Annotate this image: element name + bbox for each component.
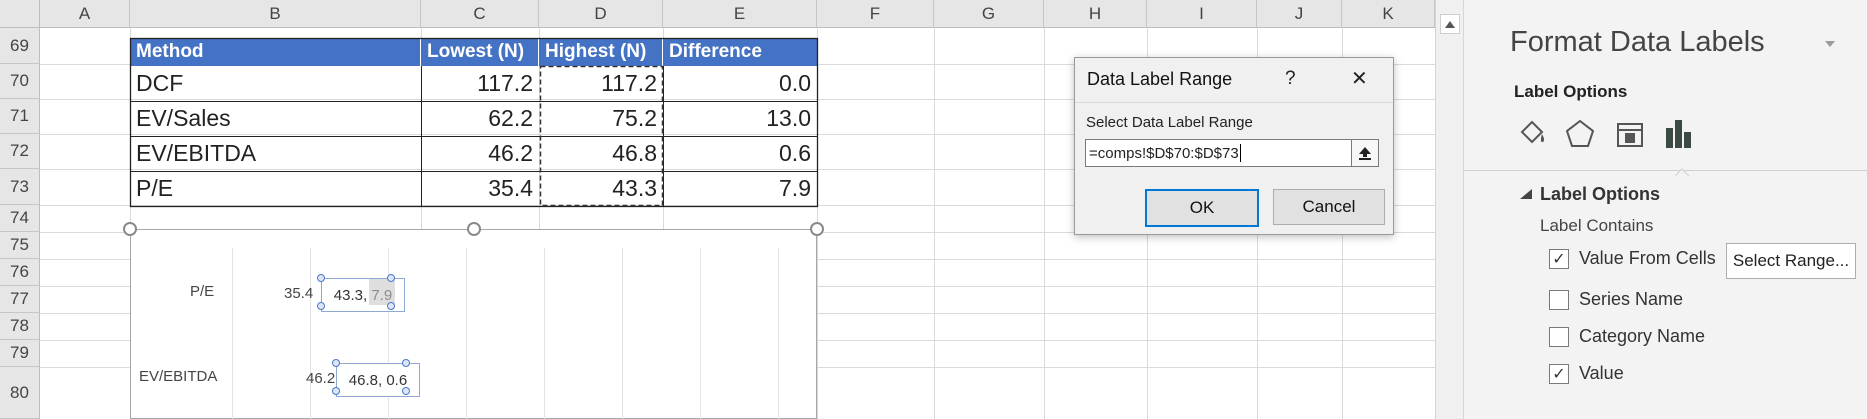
checkbox-unchecked-icon[interactable]: [1549, 326, 1569, 347]
data-label-range-dialog: Data Label Range ? ✕ Select Data Label R…: [1074, 57, 1394, 235]
row-header-80[interactable]: 80: [0, 367, 40, 419]
label-resize-handle[interactable]: [317, 302, 325, 310]
divider: [1075, 102, 1393, 103]
label-contains-heading: Label Contains: [1540, 216, 1654, 235]
text-cursor: [1239, 144, 1241, 162]
select-range-button[interactable]: Select Range...: [1726, 243, 1856, 279]
help-button[interactable]: ?: [1285, 68, 1296, 90]
chart-resize-handle[interactable]: [467, 222, 481, 236]
chart-gridline: [232, 248, 233, 419]
selected-tab-pointer: [1674, 163, 1690, 181]
chart-category-label: EV/EBITDA: [139, 368, 218, 385]
fill-line-icon[interactable]: [1516, 118, 1548, 155]
chart-gridline: [544, 248, 545, 419]
divider: [1464, 170, 1867, 171]
dialog-title: Data Label Range: [1087, 69, 1233, 89]
cancel-button[interactable]: Cancel: [1273, 189, 1385, 225]
close-icon[interactable]: ✕: [1351, 66, 1368, 91]
option-label: Value: [1579, 363, 1624, 383]
option-label: Series Name: [1579, 289, 1684, 309]
chart-gridline: [310, 248, 311, 419]
format-data-labels-pane: Format Data Labels Label Options Label O…: [1463, 0, 1867, 419]
size-properties-icon[interactable]: [1614, 118, 1646, 155]
scroll-up-arrow-icon[interactable]: [1440, 14, 1460, 34]
chart-resize-handle[interactable]: [123, 222, 137, 236]
section-label-options[interactable]: Label Options: [1540, 184, 1660, 205]
option-label: Category Name: [1579, 326, 1706, 346]
range-input-text: =comps!$D$70:$D$73: [1089, 144, 1239, 162]
label-resize-handle[interactable]: [402, 359, 410, 367]
row-header-77[interactable]: 77: [0, 286, 40, 313]
chart-data-label-selected[interactable]: 46.8, 0.6: [332, 359, 420, 397]
chart-data-label: 46.2: [306, 370, 336, 387]
row-header-76[interactable]: 76: [0, 259, 40, 286]
ok-button[interactable]: OK: [1145, 189, 1259, 227]
row-header-78[interactable]: 78: [0, 313, 40, 340]
collapse-dialog-icon[interactable]: [1351, 139, 1379, 167]
chart-gridline: [700, 248, 701, 419]
chart-data-label-selected[interactable]: 43.3, 7.9: [317, 274, 405, 312]
range-prompt: Select Data Label Range: [1086, 114, 1253, 131]
label-resize-handle[interactable]: [402, 387, 410, 395]
chart-data-label: 35.4: [284, 285, 314, 302]
range-input[interactable]: =comps!$D$70:$D$73: [1085, 139, 1368, 167]
label-resize-handle[interactable]: [317, 274, 325, 282]
label-options-bar-chart-icon[interactable]: [1662, 116, 1696, 155]
option-series-name[interactable]: Series Name: [1549, 289, 1683, 310]
option-value-from-cells[interactable]: ✓ Value From Cells: [1549, 248, 1716, 269]
label-resize-handle[interactable]: [387, 302, 395, 310]
row-header-79[interactable]: 79: [0, 340, 40, 367]
section-collapse-triangle-icon[interactable]: [1520, 186, 1532, 204]
chart-gridline: [778, 248, 779, 419]
chart-area[interactable]: [130, 229, 817, 419]
checkbox-checked-icon[interactable]: ✓: [1549, 248, 1569, 269]
checkbox-unchecked-icon[interactable]: [1549, 289, 1569, 310]
chart-gridline: [622, 248, 623, 419]
option-category-name[interactable]: Category Name: [1549, 326, 1705, 347]
option-value[interactable]: ✓ Value: [1549, 363, 1624, 384]
chart-gridline: [466, 248, 467, 419]
vertical-scrollbar[interactable]: [1435, 0, 1463, 419]
row-header-75[interactable]: 75: [0, 232, 40, 259]
option-label: Value From Cells: [1579, 248, 1716, 268]
pane-tab-label-options[interactable]: Label Options: [1514, 82, 1627, 102]
pane-options-chevron-down-icon[interactable]: [1825, 34, 1835, 52]
label-resize-handle[interactable]: [332, 359, 340, 367]
label-resize-handle[interactable]: [387, 274, 395, 282]
checkbox-checked-icon[interactable]: ✓: [1549, 363, 1569, 384]
pane-title: Format Data Labels: [1510, 26, 1765, 58]
label-resize-handle[interactable]: [332, 387, 340, 395]
effects-icon[interactable]: [1564, 118, 1596, 155]
chart-category-label: P/E: [190, 283, 215, 300]
chart-resize-handle[interactable]: [810, 222, 824, 236]
